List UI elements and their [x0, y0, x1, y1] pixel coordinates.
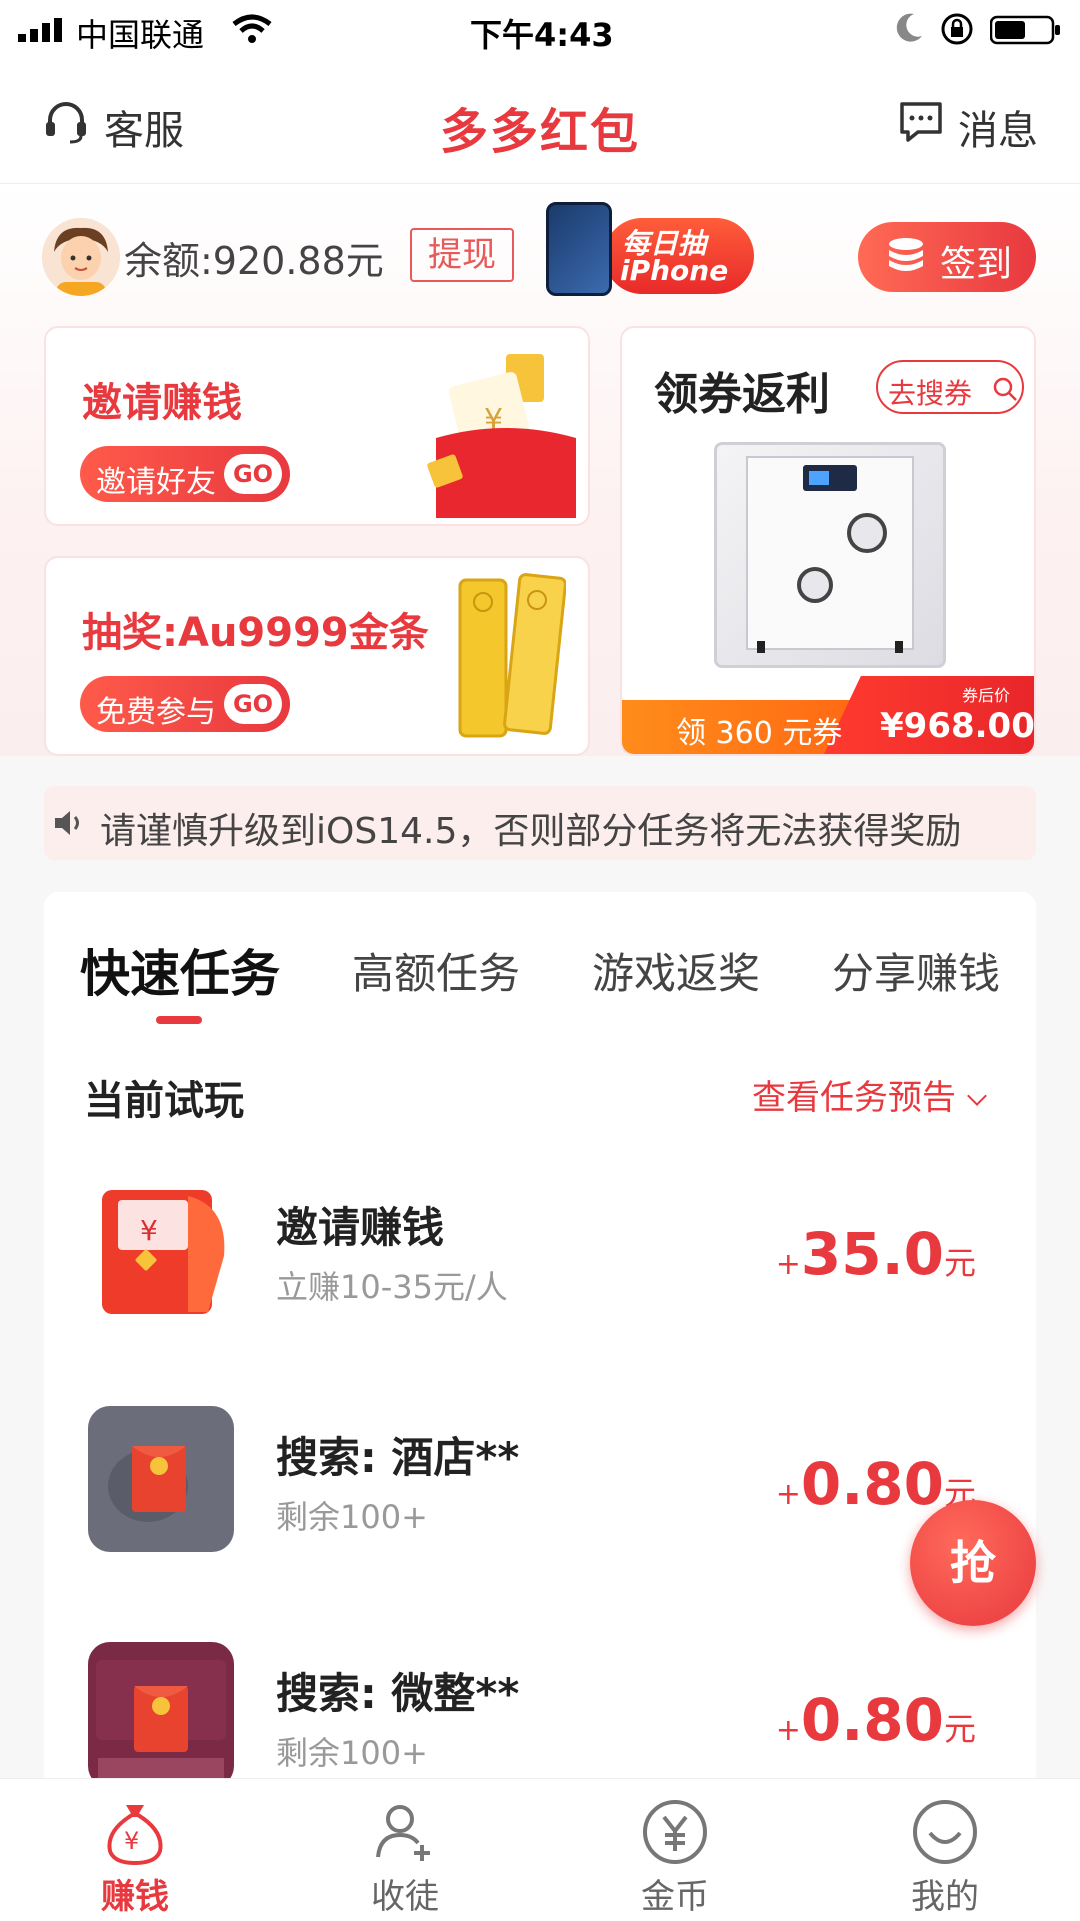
- speaker-icon: [55, 811, 79, 835]
- invite-friends-label: 邀请好友: [96, 465, 216, 500]
- free-join-label: 免费参与: [96, 695, 216, 730]
- avatar[interactable]: [42, 218, 120, 296]
- search-coupon-label: 去搜券: [888, 377, 973, 410]
- svg-text:¥: ¥: [124, 1827, 139, 1855]
- coupon-card-title: 领券返利: [654, 369, 830, 420]
- go-badge: GO: [224, 454, 282, 494]
- chevron-down-icon: [967, 1086, 987, 1106]
- final-price: ¥968.00: [880, 706, 1035, 746]
- messages-button[interactable]: 消息: [958, 98, 1038, 156]
- task-preview-label: 查看任务预告: [752, 1078, 956, 1118]
- task-subtitle: 剩余100+: [276, 1734, 428, 1772]
- list-item[interactable]: 搜索: 酒店** 剩余100+ +0.80元: [44, 1406, 1036, 1566]
- nav-label: 收徒: [371, 1877, 439, 1917]
- signin-label: 签到: [940, 244, 1013, 285]
- after-coupon-label: 券后价: [962, 686, 1011, 705]
- section-title: 当前试玩: [84, 1078, 244, 1124]
- go-badge: GO: [224, 684, 282, 724]
- search-coupon-button[interactable]: 去搜券: [876, 360, 1024, 414]
- coupon-amount: 领 360 元券: [676, 716, 843, 751]
- signin-button[interactable]: 签到: [858, 222, 1036, 292]
- nav-profile[interactable]: 我的: [810, 1779, 1080, 1921]
- coupon-price-bar: 领 360 元券 券后价 ¥968.00: [622, 676, 1035, 754]
- battery-icon: [990, 15, 1060, 45]
- beauty-app-icon: [88, 1642, 234, 1788]
- withdraw-button[interactable]: 提现: [410, 228, 514, 282]
- balance-label: 余额:920.88元: [124, 239, 384, 283]
- product-image: [714, 442, 946, 668]
- notice-bar[interactable]: 请谨慎升级到iOS14.5，否则部分任务将无法获得奖励: [44, 786, 1036, 860]
- daily-iphone-banner[interactable]: 每日抽 iPhone: [544, 202, 754, 298]
- status-bar: 中国联通 下午4:43: [0, 0, 1080, 62]
- nav-earn[interactable]: ¥ 赚钱: [0, 1779, 270, 1921]
- iphone-icon: [546, 202, 612, 296]
- wifi-icon: [232, 14, 272, 43]
- avatar-icon: [42, 218, 120, 296]
- task-reward: +0.80元: [775, 1686, 976, 1754]
- tab-game-rewards[interactable]: 游戏返奖: [592, 940, 760, 1001]
- nav-label: 我的: [911, 1877, 979, 1917]
- carrier-label: 中国联通: [76, 16, 205, 54]
- nav-recruit[interactable]: 收徒: [270, 1779, 540, 1921]
- active-tab-indicator: [156, 1016, 202, 1024]
- tab-quick-tasks[interactable]: 快速任务: [80, 934, 280, 1006]
- coupon-card[interactable]: 领券返利 去搜券 领 360 元券 券后价 ¥968.00: [620, 326, 1036, 756]
- invite-card[interactable]: 邀请赚钱 邀请好友 GO ¥: [44, 326, 590, 526]
- message-icon[interactable]: [898, 100, 944, 144]
- banner-line-2: iPhone: [620, 254, 729, 287]
- lottery-card-title: 抽奖:Au9999金条: [82, 610, 429, 656]
- notice-text: 请谨慎升级到iOS14.5，否则部分任务将无法获得奖励: [100, 811, 962, 852]
- smile-icon: [913, 1800, 977, 1864]
- coin-stack-icon: [889, 238, 923, 271]
- red-envelope-icon: ¥: [94, 1182, 228, 1316]
- task-name: 邀请赚钱: [276, 1203, 445, 1252]
- money-bag-icon: ¥: [107, 1805, 163, 1866]
- list-item[interactable]: ¥ 邀请赚钱 立赚10-35元/人 +35.0元: [44, 1176, 1036, 1336]
- task-name: 搜索: 酒店**: [276, 1433, 520, 1482]
- task-panel: 快速任务 高额任务 游戏返奖 分享赚钱 当前试玩 查看任务预告 ¥ 邀请赚钱 立…: [44, 892, 1036, 1921]
- tab-high-reward-tasks[interactable]: 高额任务: [352, 940, 520, 1001]
- tab-share-earn[interactable]: 分享赚钱: [832, 940, 1000, 1001]
- add-user-icon: [376, 1805, 430, 1861]
- printer-illustration: [746, 456, 914, 653]
- nav-label: 金币: [641, 1877, 709, 1917]
- svg-text:¥: ¥: [140, 1214, 158, 1247]
- nav-coins[interactable]: 金币: [540, 1779, 810, 1921]
- yen-coin-icon: [643, 1800, 707, 1864]
- gold-bar-icon: [458, 573, 566, 738]
- task-subtitle: 剩余100+: [276, 1498, 428, 1536]
- task-subtitle: 立赚10-35元/人: [276, 1268, 508, 1306]
- task-preview-link[interactable]: 查看任务预告: [752, 1070, 987, 1119]
- red-envelope-icon: ¥: [427, 354, 576, 518]
- task-name: 搜索: 微整**: [276, 1669, 520, 1718]
- search-icon: [993, 377, 1017, 401]
- free-join-button[interactable]: 免费参与 GO: [80, 676, 290, 732]
- bottom-navigation: ¥ 赚钱 收徒 金币 我的: [0, 1778, 1080, 1921]
- moon-icon: [896, 13, 922, 42]
- signal-icon: [18, 18, 62, 42]
- invite-card-title: 邀请赚钱: [82, 380, 242, 426]
- hotel-app-icon: [88, 1406, 234, 1552]
- rotation-lock-icon: [941, 13, 973, 45]
- task-reward: +35.0元: [775, 1220, 976, 1288]
- invite-friends-button[interactable]: 邀请好友 GO: [80, 446, 290, 502]
- clock-label: 下午4:43: [470, 16, 614, 54]
- app-header: 客服 多多红包 消息: [0, 62, 1080, 184]
- lottery-card[interactable]: 抽奖:Au9999金条 免费参与 GO: [44, 556, 590, 756]
- nav-label: 赚钱: [101, 1877, 169, 1917]
- grab-task-button[interactable]: 抢: [910, 1500, 1036, 1626]
